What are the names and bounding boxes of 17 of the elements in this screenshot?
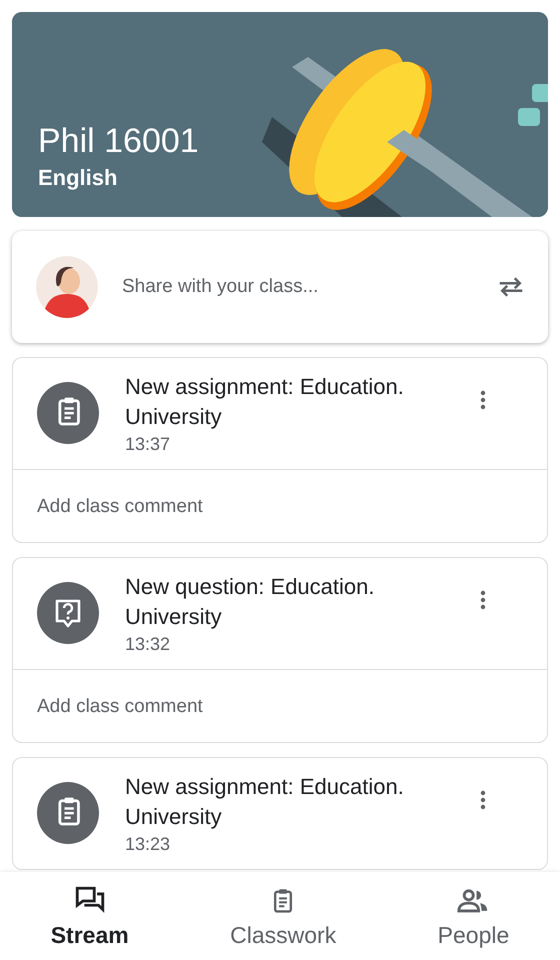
post-title[interactable]: New assignment: Education. University [125, 372, 445, 432]
add-comment-link[interactable]: Add class comment [13, 669, 547, 742]
class-subtitle: English [38, 165, 118, 191]
nav-tab[interactable]: People [414, 884, 534, 948]
post-time: 13:37 [125, 434, 172, 455]
post-title[interactable]: New assignment: Education. University [125, 772, 445, 832]
nav-tab[interactable]: Classwork [206, 884, 360, 948]
nav-tab[interactable]: Stream [26, 884, 153, 948]
add-comment-link[interactable]: Add class comment [13, 469, 547, 542]
class-title: Phil 16001 [38, 121, 200, 161]
post-title[interactable]: New question: Education. University [125, 572, 445, 632]
assignment-icon [37, 782, 99, 844]
assignment-icon [37, 382, 99, 444]
question-icon [37, 582, 99, 644]
post-time: 13:32 [125, 634, 172, 655]
share-field[interactable]: Share with your class... [122, 276, 472, 298]
post-time: 13:23 [125, 834, 172, 855]
